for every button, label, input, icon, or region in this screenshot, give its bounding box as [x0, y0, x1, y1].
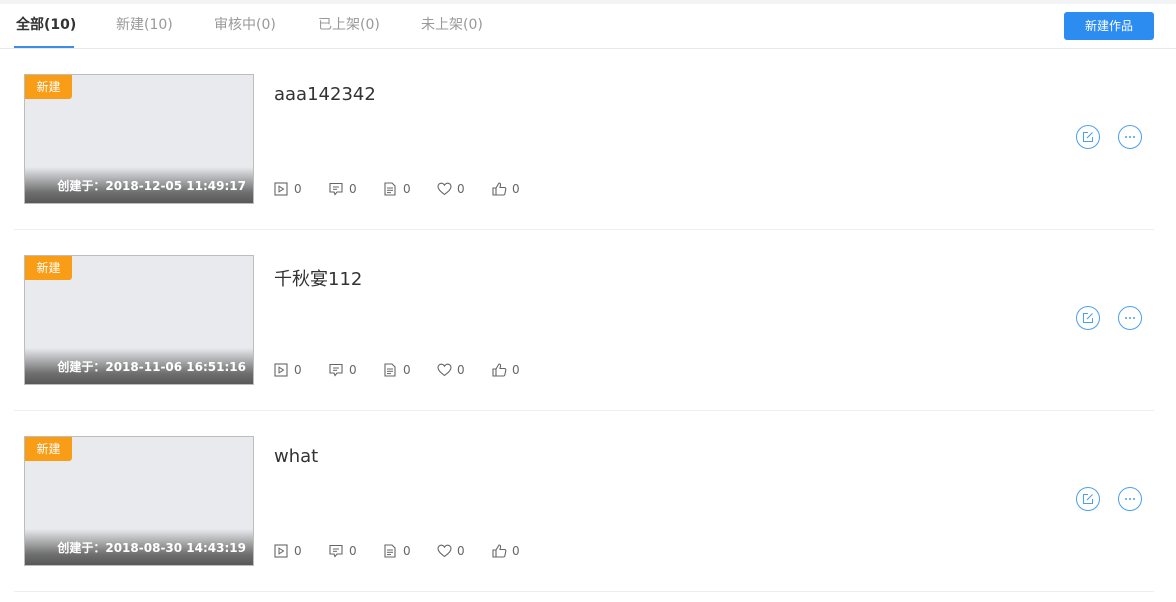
thumbs-up-icon	[492, 544, 507, 558]
created-time: 创建于：2018-08-30 14:43:19	[57, 541, 246, 555]
created-time: 创建于：2018-12-05 11:49:17	[57, 179, 246, 193]
stat-likes-count: 0	[512, 363, 520, 377]
stat-favorites-count: 0	[457, 182, 465, 196]
stat-videos-count: 0	[294, 363, 302, 377]
tab-new[interactable]: 新建(10)	[116, 16, 173, 34]
more-icon	[1125, 498, 1135, 500]
thumbs-up-icon	[492, 363, 507, 377]
document-icon	[384, 182, 396, 196]
work-item: 新建 创建于：2018-11-06 16:51:16 千秋宴112 0 0 0 …	[14, 229, 1154, 411]
comment-icon	[329, 544, 343, 558]
video-icon	[274, 182, 288, 196]
work-title[interactable]: aaa142342	[274, 84, 376, 105]
status-badge: 新建	[25, 437, 72, 461]
work-thumbnail[interactable]: 新建 创建于：2018-08-30 14:43:19	[24, 436, 254, 566]
more-button[interactable]	[1118, 125, 1142, 149]
edit-icon	[1083, 494, 1093, 504]
video-icon	[274, 363, 288, 377]
work-thumbnail[interactable]: 新建 创建于：2018-11-06 16:51:16	[24, 255, 254, 385]
document-icon	[384, 363, 396, 377]
work-title[interactable]: what	[274, 446, 318, 467]
more-button[interactable]	[1118, 306, 1142, 330]
works-page: 全部(10) 新建(10) 审核中(0) 已上架(0) 未上架(0) 新建作品 …	[0, 4, 1176, 602]
stat-comments-count: 0	[349, 544, 357, 558]
status-badge: 新建	[25, 256, 72, 280]
video-icon	[274, 544, 288, 558]
created-time: 创建于：2018-11-06 16:51:16	[57, 360, 246, 374]
tab-listed[interactable]: 已上架(0)	[318, 16, 380, 34]
document-icon	[384, 544, 396, 558]
new-work-button[interactable]: 新建作品	[1064, 12, 1154, 40]
stat-likes-count: 0	[512, 544, 520, 558]
comment-icon	[329, 182, 343, 196]
stat-docs-count: 0	[403, 544, 411, 558]
edit-icon	[1083, 132, 1093, 142]
stat-likes-count: 0	[512, 182, 520, 196]
tab-bar: 全部(10) 新建(10) 审核中(0) 已上架(0) 未上架(0) 新建作品	[0, 4, 1176, 49]
edit-icon	[1083, 313, 1093, 323]
tab-reviewing[interactable]: 审核中(0)	[214, 16, 276, 34]
stat-videos-count: 0	[294, 544, 302, 558]
comment-icon	[329, 363, 343, 377]
edit-button[interactable]	[1076, 487, 1100, 511]
heart-icon	[437, 182, 452, 196]
more-icon	[1125, 317, 1135, 319]
work-item: 新建 创建于：2018-12-05 11:49:17 aaa142342 0 0…	[14, 48, 1154, 230]
stat-docs-count: 0	[403, 363, 411, 377]
edit-button[interactable]	[1076, 306, 1100, 330]
stat-comments-count: 0	[349, 363, 357, 377]
stat-docs-count: 0	[403, 182, 411, 196]
more-icon	[1125, 136, 1135, 138]
tab-unlisted[interactable]: 未上架(0)	[421, 16, 483, 34]
status-badge: 新建	[25, 75, 72, 99]
stat-favorites-count: 0	[457, 363, 465, 377]
thumbs-up-icon	[492, 182, 507, 196]
tab-all[interactable]: 全部(10)	[16, 16, 76, 34]
heart-icon	[437, 544, 452, 558]
work-item: 新建 创建于：2018-08-30 14:43:19 what 0 0 0 0	[14, 410, 1154, 592]
stat-favorites-count: 0	[457, 544, 465, 558]
work-thumbnail[interactable]: 新建 创建于：2018-12-05 11:49:17	[24, 74, 254, 204]
edit-button[interactable]	[1076, 125, 1100, 149]
work-title[interactable]: 千秋宴112	[274, 265, 362, 291]
stat-videos-count: 0	[294, 182, 302, 196]
heart-icon	[437, 363, 452, 377]
more-button[interactable]	[1118, 487, 1142, 511]
stat-comments-count: 0	[349, 182, 357, 196]
